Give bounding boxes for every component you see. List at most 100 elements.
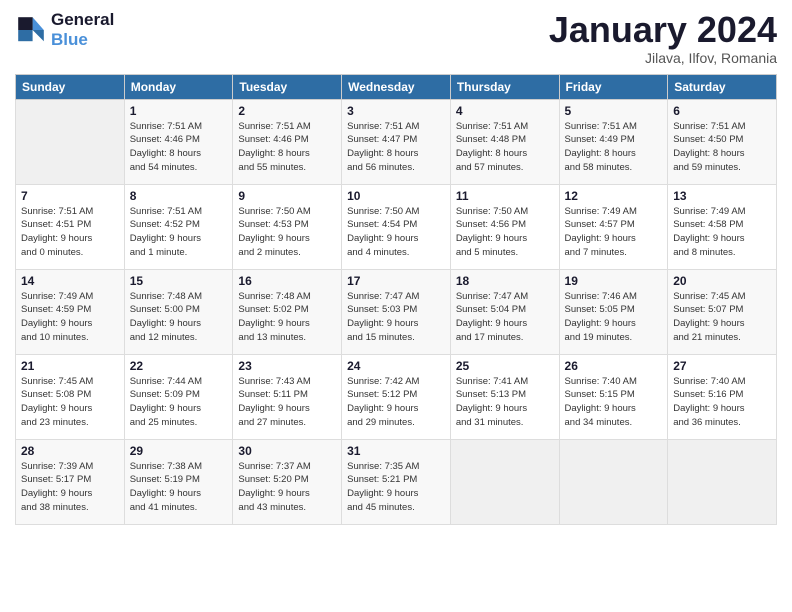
day-number: 19 <box>565 274 663 288</box>
day-number: 22 <box>130 359 228 373</box>
day-info: Sunrise: 7:51 AMSunset: 4:46 PMDaylight:… <box>238 120 336 175</box>
day-number: 28 <box>21 444 119 458</box>
day-info: Sunrise: 7:50 AMSunset: 4:56 PMDaylight:… <box>456 205 554 260</box>
calendar-cell <box>450 439 559 524</box>
location-subtitle: Jilava, Ilfov, Romania <box>549 50 777 66</box>
day-number: 30 <box>238 444 336 458</box>
day-number: 21 <box>21 359 119 373</box>
weekday-header-sunday: Sunday <box>16 74 125 99</box>
calendar-cell: 28Sunrise: 7:39 AMSunset: 5:17 PMDayligh… <box>16 439 125 524</box>
calendar-cell <box>559 439 668 524</box>
day-info: Sunrise: 7:49 AMSunset: 4:58 PMDaylight:… <box>673 205 771 260</box>
day-number: 25 <box>456 359 554 373</box>
day-number: 4 <box>456 104 554 118</box>
calendar-cell: 24 Sunrise: 7:42 AMSunset: 5:12 PMDayligh… <box>342 354 451 439</box>
calendar-week-2: 7Sunrise: 7:51 AMSunset: 4:51 PMDaylight… <box>16 184 777 269</box>
calendar-week-4: 21 Sunrise: 7:45 AMSunset: 5:08 PMDayligh… <box>16 354 777 439</box>
header: General Blue January 2024 Jilava, Ilfov,… <box>15 10 777 66</box>
day-number: 1 <box>130 104 228 118</box>
day-number: 2 <box>238 104 336 118</box>
calendar-cell: 17 Sunrise: 7:47 AMSunset: 5:03 PMDayligh… <box>342 269 451 354</box>
calendar-cell: 23 Sunrise: 7:43 AMSunset: 5:11 PMDayligh… <box>233 354 342 439</box>
calendar-cell: 18 Sunrise: 7:47 AMSunset: 5:04 PMDayligh… <box>450 269 559 354</box>
day-info: Sunrise: 7:40 AMSunset: 5:15 PMDaylight:… <box>565 375 663 430</box>
calendar-cell: 16Sunrise: 7:48 AMSunset: 5:02 PMDayligh… <box>233 269 342 354</box>
day-info: Sunrise: 7:38 AMSunset: 5:19 PMDaylight:… <box>130 460 228 515</box>
day-info: Sunrise: 7:47 AMSunset: 5:03 PMDaylight:… <box>347 290 445 345</box>
calendar-cell: 13Sunrise: 7:49 AMSunset: 4:58 PMDayligh… <box>668 184 777 269</box>
day-info: Sunrise: 7:49 AMSunset: 4:59 PMDaylight:… <box>21 290 119 345</box>
day-number: 23 <box>238 359 336 373</box>
day-info: Sunrise: 7:44 AMSunset: 5:09 PMDaylight:… <box>130 375 228 430</box>
day-number: 8 <box>130 189 228 203</box>
day-number: 7 <box>21 189 119 203</box>
calendar-cell: 5Sunrise: 7:51 AMSunset: 4:49 PMDaylight… <box>559 99 668 184</box>
calendar-cell: 10Sunrise: 7:50 AMSunset: 4:54 PMDayligh… <box>342 184 451 269</box>
day-info: Sunrise: 7:47 AMSunset: 5:04 PMDaylight:… <box>456 290 554 345</box>
day-info: Sunrise: 7:45 AMSunset: 5:07 PMDaylight:… <box>673 290 771 345</box>
day-number: 29 <box>130 444 228 458</box>
logo-icon <box>15 14 47 46</box>
calendar-cell: 22 Sunrise: 7:44 AMSunset: 5:09 PMDayligh… <box>124 354 233 439</box>
day-number: 26 <box>565 359 663 373</box>
calendar-table: SundayMondayTuesdayWednesdayThursdayFrid… <box>15 74 777 525</box>
title-block: January 2024 Jilava, Ilfov, Romania <box>549 10 777 66</box>
calendar-cell: 30Sunrise: 7:37 AMSunset: 5:20 PMDayligh… <box>233 439 342 524</box>
calendar-cell: 29 Sunrise: 7:38 AMSunset: 5:19 PMDayligh… <box>124 439 233 524</box>
calendar-cell: 1 Sunrise: 7:51 AMSunset: 4:46 PMDaylight… <box>124 99 233 184</box>
day-info: Sunrise: 7:46 AMSunset: 5:05 PMDaylight:… <box>565 290 663 345</box>
weekday-header-thursday: Thursday <box>450 74 559 99</box>
calendar-cell: 31Sunrise: 7:35 AMSunset: 5:21 PMDayligh… <box>342 439 451 524</box>
calendar-cell: 2 Sunrise: 7:51 AMSunset: 4:46 PMDaylight… <box>233 99 342 184</box>
calendar-week-1: 1 Sunrise: 7:51 AMSunset: 4:46 PMDaylight… <box>16 99 777 184</box>
day-number: 15 <box>130 274 228 288</box>
calendar-cell: 20Sunrise: 7:45 AMSunset: 5:07 PMDayligh… <box>668 269 777 354</box>
day-number: 9 <box>238 189 336 203</box>
day-info: Sunrise: 7:49 AMSunset: 4:57 PMDaylight:… <box>565 205 663 260</box>
calendar-cell: 12 Sunrise: 7:49 AMSunset: 4:57 PMDayligh… <box>559 184 668 269</box>
day-number: 14 <box>21 274 119 288</box>
calendar-cell: 21 Sunrise: 7:45 AMSunset: 5:08 PMDayligh… <box>16 354 125 439</box>
day-number: 27 <box>673 359 771 373</box>
calendar-cell: 4 Sunrise: 7:51 AMSunset: 4:48 PMDaylight… <box>450 99 559 184</box>
day-number: 11 <box>456 189 554 203</box>
day-number: 3 <box>347 104 445 118</box>
day-number: 24 <box>347 359 445 373</box>
weekday-header-friday: Friday <box>559 74 668 99</box>
day-info: Sunrise: 7:35 AMSunset: 5:21 PMDaylight:… <box>347 460 445 515</box>
logo: General Blue <box>15 10 114 50</box>
day-info: Sunrise: 7:41 AMSunset: 5:13 PMDaylight:… <box>456 375 554 430</box>
calendar-cell: 3 Sunrise: 7:51 AMSunset: 4:47 PMDaylight… <box>342 99 451 184</box>
day-number: 12 <box>565 189 663 203</box>
day-number: 17 <box>347 274 445 288</box>
day-info: Sunrise: 7:51 AMSunset: 4:50 PMDaylight:… <box>673 120 771 175</box>
calendar-week-5: 28Sunrise: 7:39 AMSunset: 5:17 PMDayligh… <box>16 439 777 524</box>
day-info: Sunrise: 7:51 AMSunset: 4:47 PMDaylight:… <box>347 120 445 175</box>
calendar-cell: 11 Sunrise: 7:50 AMSunset: 4:56 PMDayligh… <box>450 184 559 269</box>
day-number: 18 <box>456 274 554 288</box>
day-info: Sunrise: 7:42 AMSunset: 5:12 PMDaylight:… <box>347 375 445 430</box>
weekday-header-wednesday: Wednesday <box>342 74 451 99</box>
weekday-header-row: SundayMondayTuesdayWednesdayThursdayFrid… <box>16 74 777 99</box>
calendar-cell: 7Sunrise: 7:51 AMSunset: 4:51 PMDaylight… <box>16 184 125 269</box>
day-info: Sunrise: 7:51 AMSunset: 4:48 PMDaylight:… <box>456 120 554 175</box>
day-info: Sunrise: 7:40 AMSunset: 5:16 PMDaylight:… <box>673 375 771 430</box>
calendar-week-3: 14 Sunrise: 7:49 AMSunset: 4:59 PMDayligh… <box>16 269 777 354</box>
calendar-cell: 25 Sunrise: 7:41 AMSunset: 5:13 PMDayligh… <box>450 354 559 439</box>
day-info: Sunrise: 7:48 AMSunset: 5:00 PMDaylight:… <box>130 290 228 345</box>
logo-text: General Blue <box>51 10 114 50</box>
day-info: Sunrise: 7:51 AMSunset: 4:46 PMDaylight:… <box>130 120 228 175</box>
day-info: Sunrise: 7:51 AMSunset: 4:52 PMDaylight:… <box>130 205 228 260</box>
calendar-cell <box>668 439 777 524</box>
day-info: Sunrise: 7:43 AMSunset: 5:11 PMDaylight:… <box>238 375 336 430</box>
calendar-cell: 26 Sunrise: 7:40 AMSunset: 5:15 PMDayligh… <box>559 354 668 439</box>
calendar-body: 1 Sunrise: 7:51 AMSunset: 4:46 PMDaylight… <box>16 99 777 524</box>
day-number: 10 <box>347 189 445 203</box>
day-info: Sunrise: 7:48 AMSunset: 5:02 PMDaylight:… <box>238 290 336 345</box>
calendar-cell: 6Sunrise: 7:51 AMSunset: 4:50 PMDaylight… <box>668 99 777 184</box>
calendar-cell <box>16 99 125 184</box>
day-info: Sunrise: 7:45 AMSunset: 5:08 PMDaylight:… <box>21 375 119 430</box>
day-info: Sunrise: 7:50 AMSunset: 4:53 PMDaylight:… <box>238 205 336 260</box>
calendar-cell: 15 Sunrise: 7:48 AMSunset: 5:00 PMDayligh… <box>124 269 233 354</box>
day-number: 5 <box>565 104 663 118</box>
